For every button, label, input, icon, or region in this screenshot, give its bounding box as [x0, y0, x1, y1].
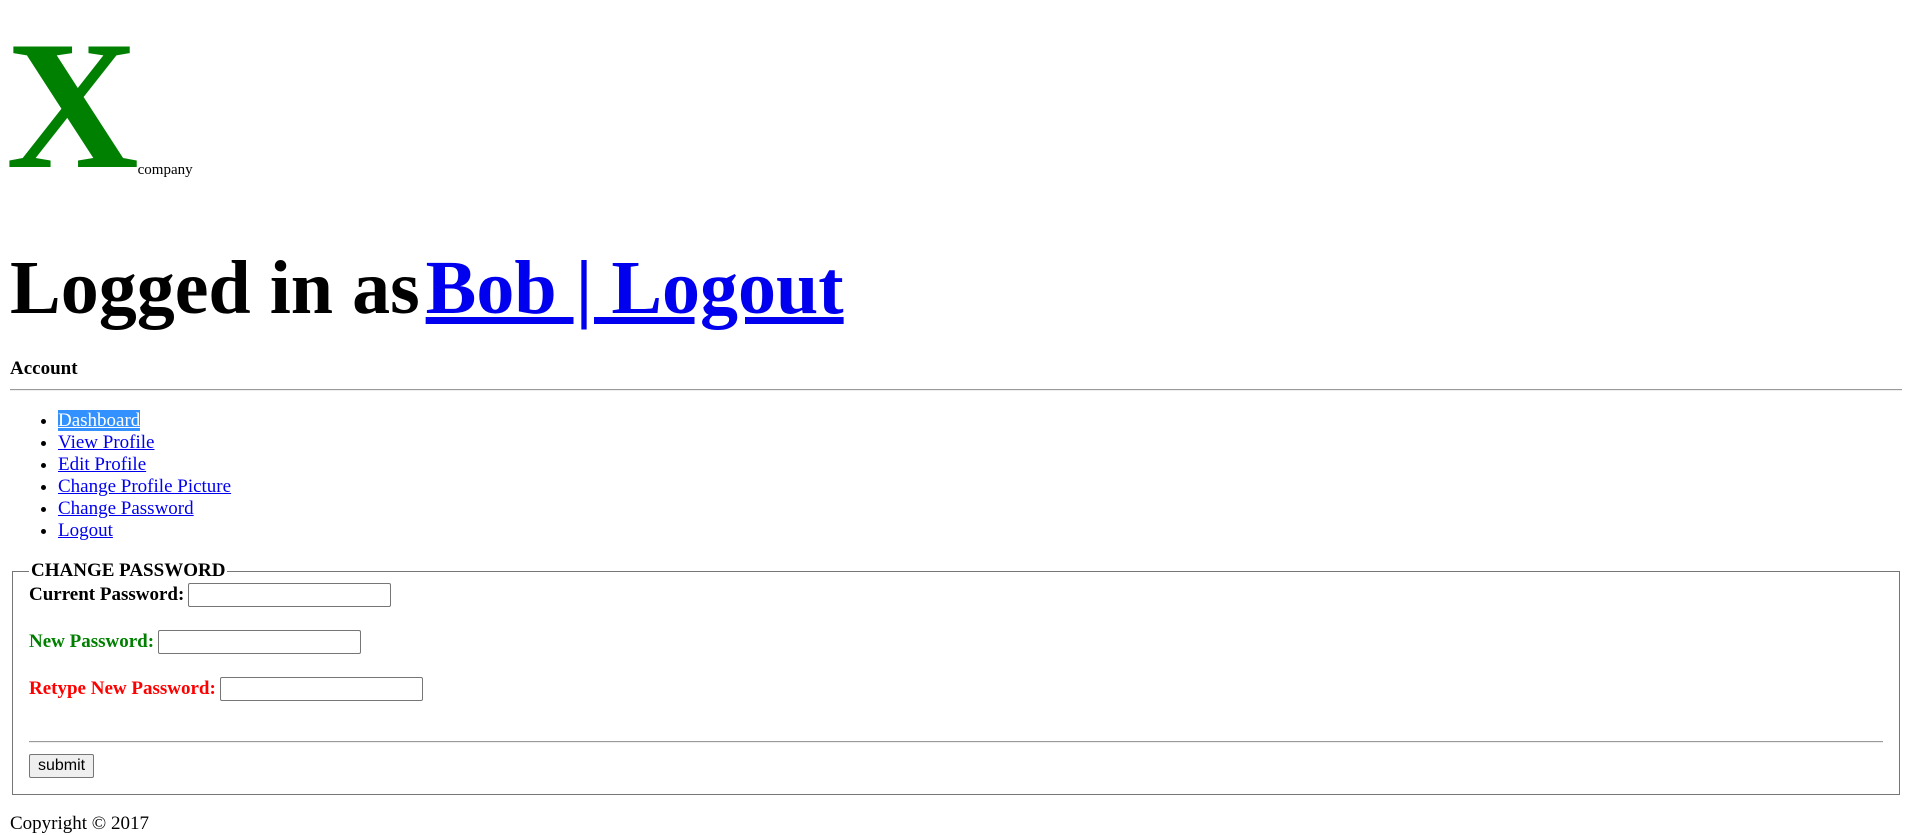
account-menu: Dashboard View Profile Edit Profile Chan… [10, 410, 231, 542]
submit-button[interactable]: submit [29, 754, 95, 778]
change-profile-picture-link[interactable]: Change Profile Picture [58, 476, 231, 497]
form-divider [29, 741, 1883, 743]
new-password-input[interactable] [158, 629, 362, 654]
change-password-link[interactable]: Change Password [58, 498, 194, 519]
logout-link[interactable]: Logout [58, 520, 113, 541]
retype-password-label: Retype New Password: [29, 677, 216, 699]
company-logo: X company [6, 13, 193, 197]
current-password-row: Current Password: [29, 582, 392, 607]
user-logout-link[interactable]: Bob | Logout [426, 246, 844, 330]
retype-password-input[interactable] [219, 676, 423, 701]
account-heading: Account [10, 358, 78, 379]
menu-item-view-profile: View Profile [58, 432, 231, 454]
retype-password-row: Retype New Password: [29, 676, 423, 701]
copyright-footer: Copyright © 2017 [10, 813, 149, 834]
logged-in-heading: Logged in asBob | Logout [10, 238, 844, 338]
current-password-label: Current Password: [29, 583, 185, 605]
menu-item-edit-profile: Edit Profile [58, 454, 231, 476]
view-profile-link[interactable]: View Profile [58, 432, 154, 453]
logged-in-prefix: Logged in as [10, 246, 420, 330]
current-password-input[interactable] [188, 582, 392, 607]
logo-mark: X [6, 3, 139, 207]
change-password-form: CHANGE PASSWORD Current Password: New Pa… [12, 560, 1900, 795]
change-password-legend: CHANGE PASSWORD [29, 560, 228, 582]
menu-item-change-profile-picture: Change Profile Picture [58, 476, 231, 498]
menu-item-logout: Logout [58, 520, 231, 542]
menu-item-dashboard: Dashboard [58, 410, 231, 432]
dashboard-link[interactable]: Dashboard [58, 410, 141, 431]
new-password-label: New Password: [29, 630, 155, 652]
edit-profile-link[interactable]: Edit Profile [58, 454, 146, 475]
menu-item-change-password: Change Password [58, 498, 231, 520]
logo-subtitle: company [137, 162, 193, 178]
divider [10, 389, 1902, 391]
new-password-row: New Password: [29, 629, 362, 654]
